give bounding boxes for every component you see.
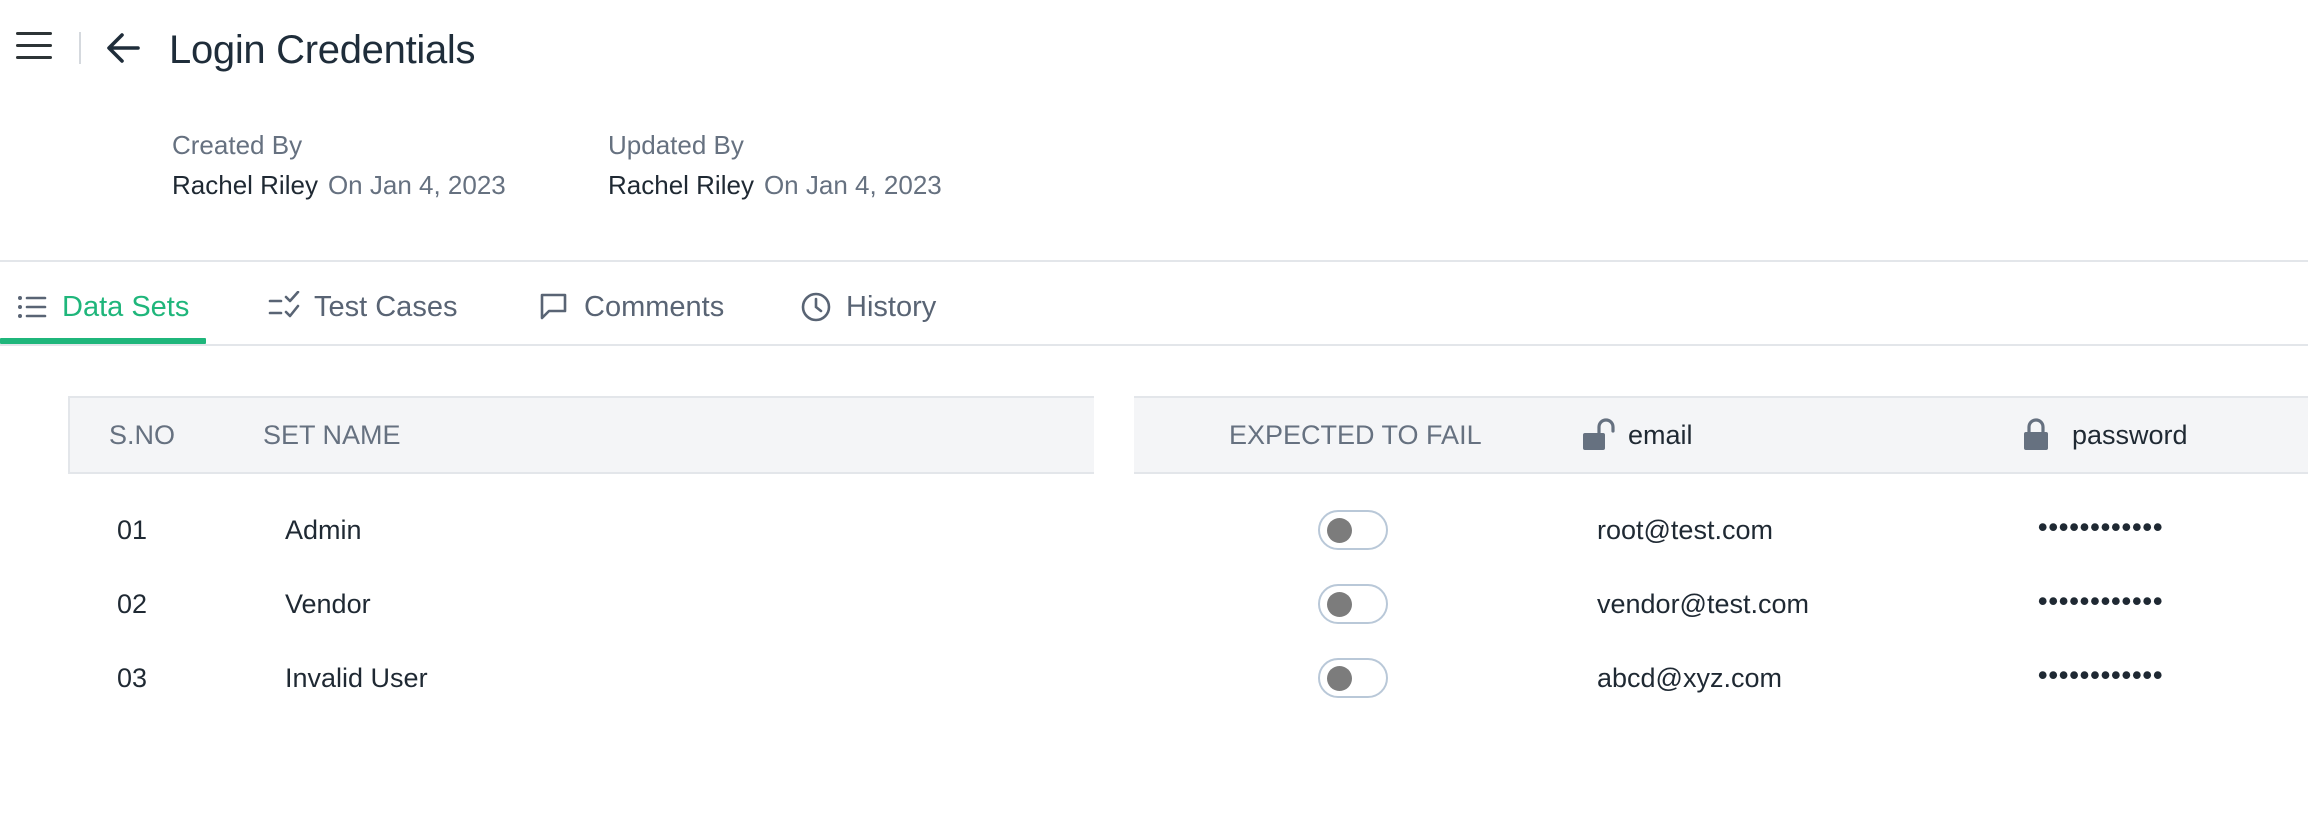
created-by-label: Created By xyxy=(172,130,303,160)
row-set-name: Vendor xyxy=(285,589,371,619)
updated-by-label: Updated By xyxy=(608,130,744,160)
hamburger-menu-icon[interactable] xyxy=(16,30,54,64)
row-password: •••••••••••• xyxy=(2038,512,2164,542)
list-icon xyxy=(16,291,48,323)
active-tab-indicator xyxy=(0,338,206,344)
header-password: password xyxy=(2022,396,2188,474)
back-arrow-icon[interactable] xyxy=(104,28,144,68)
row-set-name: Admin xyxy=(285,515,362,545)
page-title: Login Credentials xyxy=(169,28,476,72)
lock-icon xyxy=(2022,418,2052,452)
expected-to-fail-toggle[interactable] xyxy=(1318,584,1388,624)
header-email: email xyxy=(1582,396,1693,474)
tab-label: Test Cases xyxy=(314,290,458,323)
unlock-icon xyxy=(1582,418,1616,452)
header-expected-to-fail: EXPECTED TO FAIL xyxy=(1229,419,1482,450)
table-row[interactable]: 03 Invalid User abcd@xyz.com •••••••••••… xyxy=(0,656,2308,702)
tab-comments[interactable]: Comments xyxy=(538,270,724,344)
expected-to-fail-toggle[interactable] xyxy=(1318,510,1388,550)
clock-icon xyxy=(800,291,832,323)
tab-test-cases[interactable]: Test Cases xyxy=(268,270,457,344)
tab-label: History xyxy=(846,290,937,323)
row-sno: 01 xyxy=(117,515,148,545)
tab-history[interactable]: History xyxy=(800,270,936,344)
left-table-header xyxy=(68,396,1094,474)
row-set-name: Invalid User xyxy=(285,663,428,693)
expected-to-fail-toggle[interactable] xyxy=(1318,658,1388,698)
updated-by-block: Updated By Rachel Riley On Jan 4, 2023 xyxy=(608,128,942,202)
header-divider xyxy=(79,32,81,64)
tabs-bottom-divider xyxy=(0,344,2308,346)
header-password-label: password xyxy=(2072,419,2188,450)
updated-date: On Jan 4, 2023 xyxy=(763,170,942,200)
comment-icon xyxy=(538,291,570,323)
created-by-block: Created By Rachel Riley On Jan 4, 2023 xyxy=(172,128,506,202)
tab-label: Comments xyxy=(584,290,725,323)
created-by-name: Rachel Riley xyxy=(172,170,318,200)
updated-by-name: Rachel Riley xyxy=(608,170,754,200)
header-sno: S.NO xyxy=(109,419,176,450)
table-row[interactable]: 01 Admin root@test.com •••••••••••• xyxy=(0,508,2308,554)
row-password: •••••••••••• xyxy=(2038,586,2164,616)
table-row[interactable]: 02 Vendor vendor@test.com •••••••••••• xyxy=(0,582,2308,628)
row-email: abcd@xyz.com xyxy=(1597,663,1782,693)
row-sno: 02 xyxy=(117,589,148,619)
tabs-top-divider xyxy=(0,260,2308,262)
checklist-icon xyxy=(268,290,300,323)
row-password: •••••••••••• xyxy=(2038,660,2164,690)
tab-label: Data Sets xyxy=(62,290,190,323)
row-sno: 03 xyxy=(117,663,148,693)
row-email: root@test.com xyxy=(1597,515,1773,545)
header-email-label: email xyxy=(1628,419,1693,450)
row-email: vendor@test.com xyxy=(1597,589,1809,619)
created-date: On Jan 4, 2023 xyxy=(327,170,506,200)
tab-data-sets[interactable]: Data Sets xyxy=(16,270,189,344)
header-set-name: SET NAME xyxy=(263,419,401,450)
